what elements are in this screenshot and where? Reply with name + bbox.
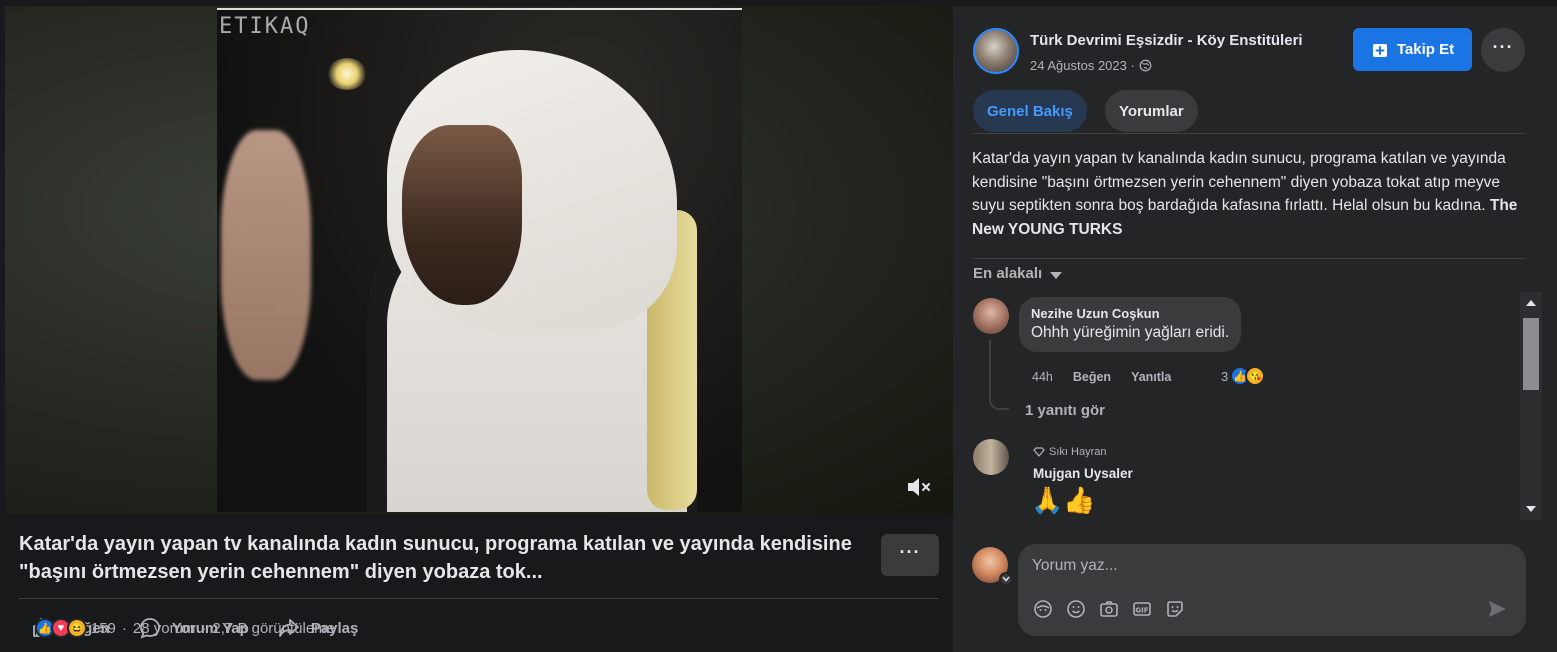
post-date-text[interactable]: 24 Ağustos 2023 · bbox=[1030, 58, 1135, 73]
see-replies-link[interactable]: 1 yanıtı gör bbox=[1025, 402, 1105, 419]
comment-reactions[interactable]: 3 👍 😘 bbox=[1221, 366, 1266, 386]
post-more-button[interactable]: ··· bbox=[881, 534, 939, 576]
diamond-icon bbox=[1033, 447, 1045, 457]
comment-input[interactable] bbox=[1018, 552, 1498, 580]
studio-light bbox=[327, 58, 367, 90]
tab-overview[interactable]: Genel Bakış bbox=[973, 90, 1087, 132]
commenter-name[interactable]: Nezihe Uzun Coşkun bbox=[1031, 305, 1229, 322]
globe-icon bbox=[1139, 59, 1152, 72]
post-title: Katar'da yayın yapan tv kanalında kadın … bbox=[19, 533, 852, 583]
post-stats: 👍 ♥ 😆 159 · 28 yorum · 2,7 B görüntüleme bbox=[34, 614, 335, 642]
speaker-muted-icon bbox=[908, 478, 930, 496]
gif-icon[interactable]: GIF bbox=[1131, 598, 1152, 619]
follow-page-icon bbox=[1372, 43, 1387, 57]
post-side-panel: Türk Devrimi Eşsizdir - Köy Enstitüleri … bbox=[953, 6, 1557, 652]
page-more-button[interactable]: ··· bbox=[1481, 28, 1525, 72]
mute-button[interactable] bbox=[905, 474, 935, 500]
comment-text: Ohhh yüreğimin yağları eridi. bbox=[1031, 324, 1230, 341]
facebook-video-viewer: ETIKAQ Katar'da yayın yapan tv kanalında… bbox=[0, 0, 1557, 652]
video-watermark: ETIKAQ bbox=[219, 14, 311, 39]
video-frame[interactable]: ETIKAQ bbox=[217, 8, 742, 512]
description-text: Katar'da yayın yapan tv kanalında kadın … bbox=[972, 150, 1506, 214]
sticker-icon[interactable] bbox=[1164, 598, 1185, 619]
comment-count[interactable]: 28 yorum bbox=[133, 620, 196, 637]
follow-label: Takip Et bbox=[1396, 41, 1455, 58]
reaction-count[interactable]: 159 bbox=[91, 620, 116, 637]
reaction-icons[interactable]: 👍 ♥ 😆 bbox=[34, 618, 87, 638]
comment-meta: 44h Beğen Yanıtla bbox=[1032, 370, 1191, 384]
avatar[interactable] bbox=[973, 298, 1009, 334]
comment-sort-dropdown[interactable]: En alakalı bbox=[973, 265, 1063, 282]
video-area: ETIKAQ Katar'da yayın yapan tv kanalında… bbox=[0, 0, 953, 652]
camera-icon[interactable] bbox=[1098, 598, 1119, 619]
emoji-icon[interactable] bbox=[1065, 598, 1086, 619]
commenter-name[interactable]: Mujgan Uysaler bbox=[1033, 466, 1133, 481]
comments-scrollbar[interactable] bbox=[1520, 292, 1542, 520]
follow-button[interactable]: Takip Et bbox=[1353, 28, 1472, 71]
comment-bubble: Nezihe Uzun Coşkun Ohhh yüreğimin yağlar… bbox=[1019, 297, 1242, 352]
comments-list[interactable]: Nezihe Uzun Coşkun Ohhh yüreğimin yağlar… bbox=[953, 292, 1557, 522]
scroll-thumb[interactable] bbox=[1523, 318, 1539, 390]
tab-comments[interactable]: Yorumlar bbox=[1105, 90, 1198, 132]
more-dots-icon: ··· bbox=[899, 542, 921, 562]
comment-composer: GIF bbox=[1018, 544, 1526, 636]
composer-tools: GIF bbox=[1032, 598, 1185, 619]
scroll-down-icon[interactable] bbox=[1526, 506, 1536, 512]
stat-separator: · bbox=[121, 619, 127, 637]
chevron-down-icon[interactable] bbox=[999, 572, 1013, 586]
sort-label: En alakalı bbox=[973, 265, 1043, 282]
page-name[interactable]: Türk Devrimi Eşsizdir - Köy Enstitüleri bbox=[1030, 32, 1303, 49]
svg-text:GIF: GIF bbox=[1135, 606, 1148, 614]
caret-down-icon bbox=[1050, 271, 1063, 279]
post-date: 24 Ağustos 2023 · bbox=[1030, 58, 1152, 73]
stat-separator: · bbox=[201, 619, 207, 637]
hand bbox=[221, 130, 311, 380]
avatar-sticker-icon[interactable] bbox=[1032, 598, 1053, 619]
view-count: 2,7 B görüntüleme bbox=[212, 619, 335, 637]
scroll-up-icon[interactable] bbox=[1526, 300, 1536, 306]
comment-time[interactable]: 44h bbox=[1032, 370, 1053, 384]
haha-reaction-icon: 😆 bbox=[66, 618, 87, 638]
divider bbox=[973, 133, 1525, 134]
reply-thread-line bbox=[989, 340, 1009, 410]
send-icon[interactable] bbox=[1486, 598, 1508, 620]
top-fan-badge: Sıkı Hayran bbox=[1033, 446, 1106, 458]
kiss-reaction-icon: 😘 bbox=[1245, 366, 1266, 386]
face bbox=[402, 125, 522, 305]
video-player[interactable]: ETIKAQ bbox=[5, 6, 953, 514]
more-dots-icon: ··· bbox=[1492, 37, 1514, 57]
comment-text: 🙏👍 bbox=[1031, 485, 1096, 515]
divider bbox=[973, 258, 1525, 259]
page-avatar[interactable] bbox=[973, 28, 1019, 74]
post-description: Katar'da yayın yapan tv kanalında kadın … bbox=[972, 147, 1532, 241]
fan-badge-label: Sıkı Hayran bbox=[1049, 446, 1107, 458]
comment-reaction-count: 3 bbox=[1221, 368, 1229, 384]
divider bbox=[19, 598, 939, 599]
comment-like-link[interactable]: Beğen bbox=[1073, 370, 1111, 384]
comment-reply-link[interactable]: Yanıtla bbox=[1131, 370, 1171, 384]
avatar[interactable] bbox=[973, 439, 1009, 475]
